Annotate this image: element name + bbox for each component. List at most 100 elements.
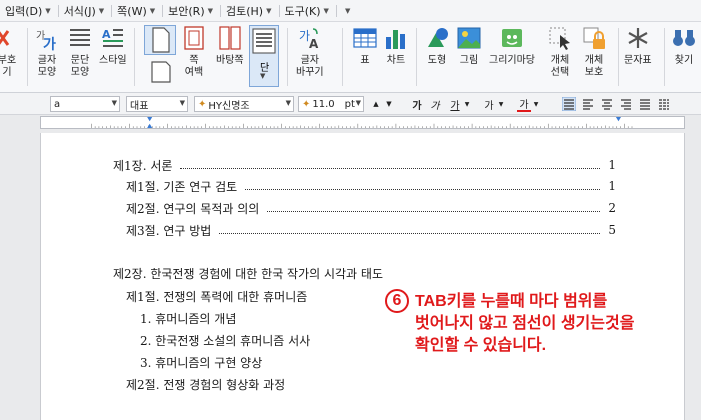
- underline-button[interactable]: 가: [448, 96, 462, 112]
- size-icon: ✦: [302, 98, 311, 110]
- para-shape-button[interactable]: 문단 모양: [67, 25, 93, 79]
- picture-button[interactable]: 그림: [456, 25, 482, 67]
- list-item[interactable]: 1. 휴머니즘의 개념: [140, 310, 236, 327]
- background-page-label: 바탕쪽: [216, 55, 244, 66]
- svg-text:A: A: [102, 28, 111, 41]
- font-size-value: 11.0: [312, 98, 335, 110]
- style-select[interactable]: a ▼: [50, 96, 120, 112]
- language-select[interactable]: 대표 ▼: [126, 96, 188, 112]
- strike-button[interactable]: 가: [482, 96, 496, 112]
- chevron-down-icon: ▼: [45, 6, 51, 15]
- page-margin-icon[interactable]: [150, 60, 172, 84]
- toc-entry[interactable]: 제1장. 서론 1: [113, 157, 616, 173]
- style-button[interactable]: A 스타일: [99, 25, 127, 67]
- document-page[interactable]: 제1장. 서론 1 제1절. 기존 연구 검토 1 제2절. 연구의 목적과 의…: [40, 133, 685, 420]
- menu-more[interactable]: ▼: [337, 0, 357, 22]
- menu-tools[interactable]: 도구(K) ▼: [280, 0, 336, 22]
- font-color-menu[interactable]: ▼: [531, 96, 541, 112]
- char-shape-label-1: 글자: [37, 55, 57, 66]
- toc-entry[interactable]: 제2절. 연구의 목적과 의의 2: [126, 200, 616, 216]
- decrease-size-button[interactable]: ▼: [383, 96, 395, 112]
- chevron-down-icon: ▼: [533, 100, 539, 108]
- para-shape-label-2: 모양: [70, 67, 90, 78]
- toc-entry-text: 제1절. 기존 연구 검토: [126, 179, 238, 194]
- menu-review[interactable]: 검토(H) ▼: [221, 0, 279, 22]
- align-justify-icon[interactable]: [562, 97, 576, 111]
- align-split-icon[interactable]: [657, 97, 671, 111]
- align-distribute-icon[interactable]: [638, 97, 652, 111]
- asterisk-icon: [628, 28, 648, 48]
- object-protect-button[interactable]: 개체 보호: [581, 25, 607, 79]
- increase-size-button[interactable]: ▲: [370, 96, 382, 112]
- char-shape-icon: 가 가: [36, 30, 56, 51]
- toc-entry[interactable]: 제3절. 연구 방법 5: [126, 222, 616, 238]
- section-heading[interactable]: 제1절. 전쟁의 폭력에 대한 휴머니즘: [126, 288, 307, 305]
- object-select-button[interactable]: 개체 선택: [547, 25, 573, 79]
- toc-entry[interactable]: 제1절. 기존 연구 검토 1: [126, 178, 616, 194]
- list-item[interactable]: 3. 휴머니즘의 구현 양상: [140, 354, 262, 371]
- chapter-heading[interactable]: 제2장. 한국전쟁 경험에 대한 한국 작가의 시각과 태도: [113, 265, 383, 282]
- section-heading[interactable]: 제2절. 전쟁 경험의 형상화 과정: [126, 376, 285, 393]
- bold-button[interactable]: 가: [410, 96, 424, 112]
- chart-button[interactable]: 차트: [383, 25, 409, 67]
- ribbon-separator: [618, 28, 619, 86]
- align-right-icon[interactable]: [619, 97, 633, 111]
- find-button[interactable]: 찾기: [671, 25, 697, 67]
- char-shape-button[interactable]: 가 가 글자 모양: [34, 25, 60, 79]
- callout-line: TAB키를 누를때 마다 범위를: [415, 293, 608, 310]
- align-left-icon[interactable]: [581, 97, 595, 111]
- font-size-unit: pt: [344, 98, 355, 110]
- menu-format[interactable]: 서식(J) ▼: [59, 0, 111, 22]
- font-color-button[interactable]: 가: [517, 96, 531, 112]
- page-border-label-2: 여백: [184, 67, 204, 78]
- list-item[interactable]: 2. 한국전쟁 소설의 휴머니즘 서사: [140, 332, 310, 349]
- chart-label: 차트: [386, 55, 406, 66]
- italic-button[interactable]: 가: [428, 96, 442, 112]
- underline-label: 가: [450, 100, 460, 112]
- menu-security[interactable]: 보안(R) ▼: [163, 0, 220, 22]
- ribbon-separator: [27, 28, 28, 86]
- shape-label: 도형: [427, 55, 447, 66]
- symbol-label-1: 부호: [0, 55, 17, 66]
- style-icon: A: [102, 28, 123, 47]
- page-border-label-1: 쪽: [189, 55, 199, 66]
- font-size-select[interactable]: ✦ 11.0 pt ▼: [298, 96, 364, 112]
- strike-menu[interactable]: ▼: [496, 96, 506, 112]
- align-center-icon[interactable]: [600, 97, 614, 111]
- char-change-button[interactable]: 가 A 글자 바꾸기: [296, 25, 324, 79]
- chevron-down-icon: ▼: [260, 72, 266, 80]
- char-table-button[interactable]: 문자표: [624, 25, 652, 67]
- draw-shape-label: 그리기마당: [489, 55, 535, 66]
- symbol-label-2: 기: [2, 67, 12, 78]
- toc-page-number: 5: [608, 223, 616, 237]
- picture-icon: [457, 27, 481, 49]
- menu-format-label: 서식(J): [63, 4, 96, 18]
- find-label: 찾기: [674, 55, 694, 66]
- style-label: 스타일: [99, 55, 127, 66]
- ribbon-separator: [134, 28, 135, 86]
- underline-menu[interactable]: ▼: [462, 96, 472, 112]
- chevron-down-icon: ▼: [149, 6, 156, 15]
- menu-insert-label: 입력(D): [5, 4, 43, 18]
- ribbon-separator: [416, 28, 417, 86]
- table-button[interactable]: 표: [352, 25, 378, 67]
- font-select[interactable]: ✦ HY신명조 ▼: [194, 96, 294, 112]
- x-icon: [0, 30, 10, 46]
- font-icon: ✦: [198, 98, 207, 110]
- horizontal-ruler[interactable]: [40, 116, 685, 129]
- language-select-value: 대표: [130, 100, 149, 112]
- spin-up-icon: ▲: [373, 100, 379, 108]
- menu-page[interactable]: 쪽(W) ▼: [112, 0, 162, 22]
- menu-bar: 입력(D) ▼ 서식(J) ▼ 쪽(W) ▼ 보안(R) ▼ 검토(H) ▼ 도구(K) ▼…: [0, 0, 701, 22]
- dot-leader: [219, 226, 600, 234]
- toc-page-number: 1: [608, 158, 616, 172]
- menu-page-label: 쪽(W): [117, 4, 147, 18]
- chart-icon: [386, 30, 405, 49]
- background-page-button[interactable]: 바탕쪽: [216, 25, 244, 67]
- shape-button[interactable]: 도형: [424, 25, 450, 67]
- page-border-button[interactable]: 쪽 여백: [181, 25, 207, 79]
- draw-shape-button[interactable]: 그리기마당: [489, 25, 535, 67]
- symbol-button[interactable]: 부호 기: [0, 25, 20, 79]
- menu-insert[interactable]: 입력(D) ▼: [0, 0, 58, 22]
- chevron-down-icon: ▼: [285, 99, 291, 107]
